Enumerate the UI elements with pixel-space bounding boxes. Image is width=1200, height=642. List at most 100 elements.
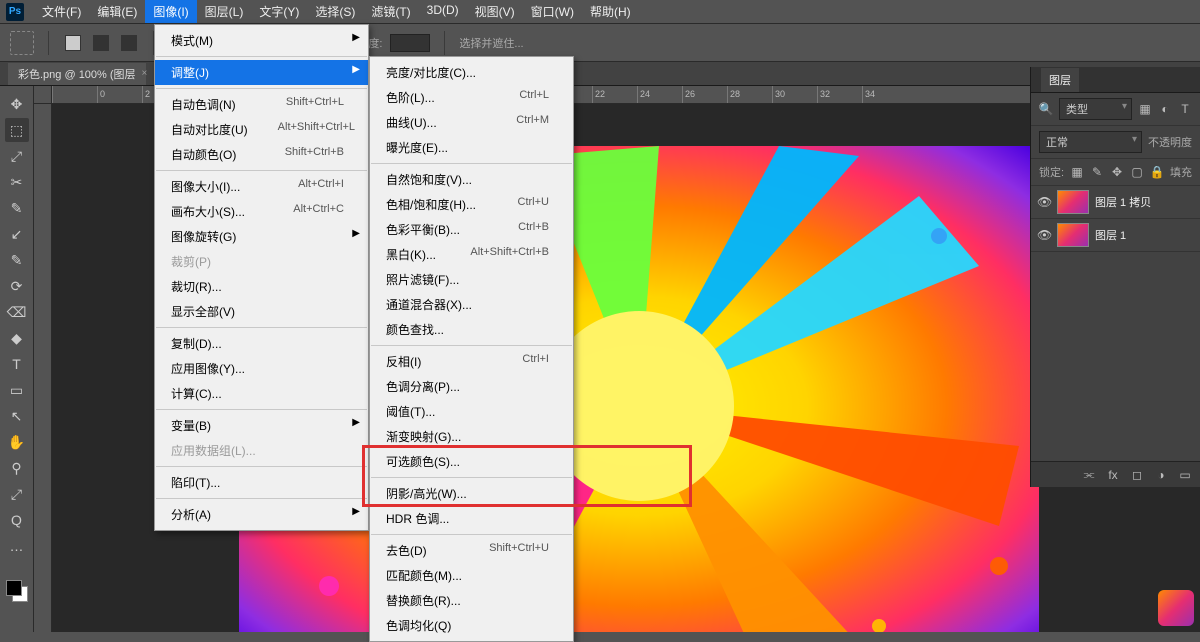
menu-item[interactable]: 复制(D)...	[155, 331, 368, 356]
marquee-tool-preset[interactable]	[10, 31, 34, 55]
menu-item[interactable]: 色彩平衡(B)...Ctrl+B	[370, 217, 573, 242]
menu-item[interactable]: 色调均化(Q)	[370, 613, 573, 638]
tool-button[interactable]: ▭	[5, 378, 29, 402]
tool-button[interactable]: ⌫	[5, 300, 29, 324]
blend-mode-dropdown[interactable]: 正常	[1039, 131, 1142, 153]
menu-item[interactable]: 去色(D)Shift+Ctrl+U	[370, 538, 573, 563]
menu-item[interactable]: 自动色调(N)Shift+Ctrl+L	[155, 92, 368, 117]
visibility-icon[interactable]: 👁	[1037, 228, 1051, 242]
layer-row[interactable]: 👁图层 1 拷贝	[1031, 186, 1200, 219]
lock-artboard-icon[interactable]: ▢	[1130, 165, 1144, 179]
lock-all-icon[interactable]: 🔒	[1150, 165, 1164, 179]
menu-item[interactable]: 图像旋转(G)▶	[155, 224, 368, 249]
tool-button[interactable]: ⟳	[5, 274, 29, 298]
menu-item[interactable]: 裁切(R)...	[155, 274, 368, 299]
menu-item[interactable]: 渐变映射(G)...	[370, 424, 573, 449]
height-input[interactable]	[390, 34, 430, 52]
type-filter-icon[interactable]: T	[1178, 102, 1192, 116]
visibility-icon[interactable]: 👁	[1037, 195, 1051, 209]
menu-item[interactable]: 亮度/对比度(C)...	[370, 60, 573, 85]
mask-icon[interactable]: ◻	[1130, 468, 1144, 482]
menu-item[interactable]: 颜色查找...	[370, 317, 573, 342]
tool-button[interactable]: ◆	[5, 326, 29, 350]
menu-item[interactable]: 计算(C)...	[155, 381, 368, 406]
menubar-item[interactable]: 编辑(E)	[89, 0, 145, 23]
tool-button[interactable]: …	[5, 534, 29, 558]
group-icon[interactable]: ▭	[1178, 468, 1192, 482]
link-layers-icon[interactable]: ⫘	[1082, 468, 1096, 482]
menu-item[interactable]: 曝光度(E)...	[370, 135, 573, 160]
menu-item[interactable]: 自然饱和度(V)...	[370, 167, 573, 192]
tool-button[interactable]: ⚲	[5, 456, 29, 480]
lock-paint-icon[interactable]: ✎	[1090, 165, 1104, 179]
menu-item[interactable]: 曲线(U)...Ctrl+M	[370, 110, 573, 135]
menu-item[interactable]: 可选颜色(S)...	[370, 449, 573, 474]
menu-item[interactable]: 阴影/高光(W)...	[370, 481, 573, 506]
layer-row[interactable]: 👁图层 1	[1031, 219, 1200, 252]
menu-item[interactable]: HDR 色调...	[370, 506, 573, 531]
tool-button[interactable]: ✂	[5, 170, 29, 194]
menu-item[interactable]: 照片滤镜(F)...	[370, 267, 573, 292]
menu-item[interactable]: 显示全部(V)	[155, 299, 368, 324]
close-tab-icon[interactable]: ×	[142, 68, 148, 79]
select-mask-button[interactable]: 选择并遮住...	[459, 35, 523, 51]
filter-type-dropdown[interactable]: 类型	[1059, 98, 1132, 120]
search-icon[interactable]: 🔍	[1039, 102, 1053, 116]
menubar-item[interactable]: 文字(Y)	[251, 0, 307, 23]
menu-item[interactable]: 匹配颜色(M)...	[370, 563, 573, 588]
color-swatches[interactable]	[6, 580, 28, 602]
menu-item[interactable]: 变量(B)▶	[155, 413, 368, 438]
menubar-item[interactable]: 帮助(H)	[582, 0, 639, 23]
menu-item[interactable]: 阈值(T)...	[370, 399, 573, 424]
adjustment-layer-icon[interactable]: ◑	[1154, 468, 1168, 482]
menu-item[interactable]: 自动对比度(U)Alt+Shift+Ctrl+L	[155, 117, 368, 142]
menubar-item[interactable]: 视图(V)	[467, 0, 523, 23]
menu-item[interactable]: 调整(J)▶	[155, 60, 368, 85]
document-tab[interactable]: 彩色.png @ 100% (图层	[8, 63, 146, 85]
menu-item[interactable]: 色阶(L)...Ctrl+L	[370, 85, 573, 110]
tool-button[interactable]: ↙	[5, 222, 29, 246]
menu-item[interactable]: 替换颜色(R)...	[370, 588, 573, 613]
add-selection-icon[interactable]	[93, 35, 109, 51]
layers-tab[interactable]: 图层	[1041, 68, 1079, 92]
menu-item[interactable]: 反相(I)Ctrl+I	[370, 349, 573, 374]
menubar-item[interactable]: 选择(S)	[307, 0, 363, 23]
menu-item[interactable]: 图像大小(I)...Alt+Ctrl+I	[155, 174, 368, 199]
opacity-label: 不透明度	[1148, 134, 1192, 150]
new-selection-icon[interactable]	[65, 35, 81, 51]
pixel-filter-icon[interactable]: ▦	[1138, 102, 1152, 116]
image-menu: 模式(M)▶ 调整(J)▶ 自动色调(N)Shift+Ctrl+L自动对比度(U)A…	[154, 24, 369, 531]
menu-item[interactable]: 通道混合器(X)...	[370, 292, 573, 317]
tool-button[interactable]: ✎	[5, 248, 29, 272]
menu-item[interactable]: 分析(A)▶	[155, 502, 368, 527]
menu-item[interactable]: 色调分离(P)...	[370, 374, 573, 399]
menubar-item[interactable]: 3D(D)	[419, 0, 467, 23]
menubar-item[interactable]: 图像(I)	[145, 0, 196, 23]
menu-item[interactable]: 画布大小(S)...Alt+Ctrl+C	[155, 199, 368, 224]
adjust-filter-icon[interactable]: ◐	[1158, 102, 1172, 116]
menubar-item[interactable]: 滤镜(T)	[363, 0, 418, 23]
lock-move-icon[interactable]: ✥	[1110, 165, 1124, 179]
tool-button[interactable]: ✎	[5, 196, 29, 220]
tool-button[interactable]: ✋	[5, 430, 29, 454]
tool-button[interactable]: ⤢	[5, 144, 29, 168]
tool-button[interactable]: ✥	[5, 92, 29, 116]
menu-item[interactable]: 自动颜色(O)Shift+Ctrl+B	[155, 142, 368, 167]
tool-button[interactable]: T	[5, 352, 29, 376]
menu-item[interactable]: 黑白(K)...Alt+Shift+Ctrl+B	[370, 242, 573, 267]
tool-button[interactable]: ⬚	[5, 118, 29, 142]
foreground-swatch[interactable]	[6, 580, 22, 596]
menubar-item[interactable]: 图层(L)	[197, 0, 252, 23]
tool-button[interactable]: ⤢	[5, 482, 29, 506]
menu-item[interactable]: 模式(M)▶	[155, 28, 368, 53]
menubar-item[interactable]: 窗口(W)	[523, 0, 582, 23]
lock-trans-icon[interactable]: ▦	[1070, 165, 1084, 179]
tool-button[interactable]: ↖	[5, 404, 29, 428]
menubar-item[interactable]: 文件(F)	[34, 0, 89, 23]
menu-item[interactable]: 色相/饱和度(H)...Ctrl+U	[370, 192, 573, 217]
subtract-selection-icon[interactable]	[121, 35, 137, 51]
menu-item[interactable]: 陷印(T)...	[155, 470, 368, 495]
tool-button[interactable]: Q	[5, 508, 29, 532]
menu-item[interactable]: 应用图像(Y)...	[155, 356, 368, 381]
fx-icon[interactable]: fx	[1106, 468, 1120, 482]
